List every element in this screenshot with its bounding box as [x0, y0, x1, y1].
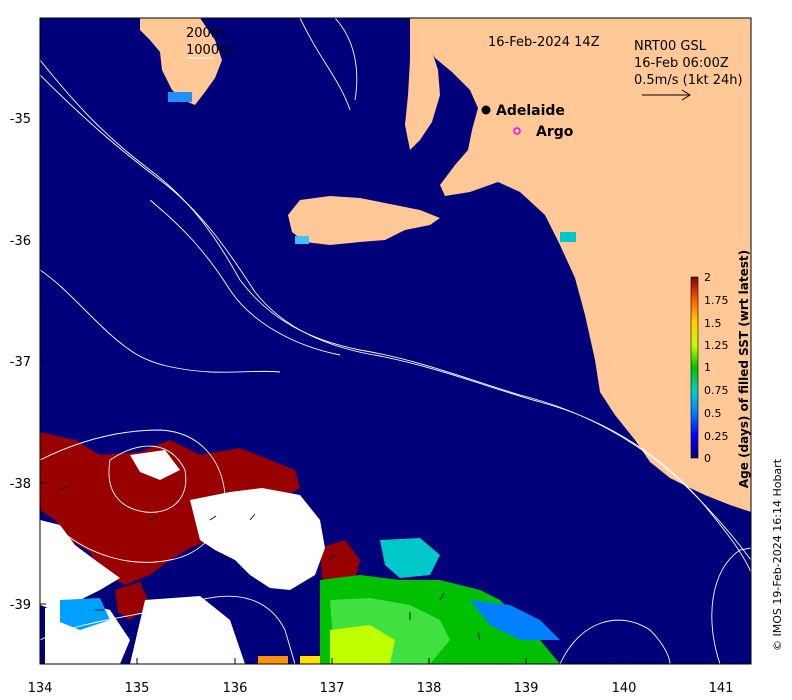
- colorbar-tick: 1.75: [704, 294, 729, 307]
- coastal-sst-patch: [168, 92, 192, 102]
- x-tick-label: 139: [514, 681, 539, 696]
- x-tick-label: 134: [28, 681, 53, 696]
- imos-credit: © IMOS 19-Feb-2024 16:14 Hobart: [771, 458, 784, 651]
- colorbar-tick: 1: [704, 361, 711, 374]
- x-tick-label: 137: [320, 681, 345, 696]
- sst-age-map-figure: 134 135 136 137 138 139 140 141 -35 -36 …: [10, 17, 784, 696]
- colorbar-tick: 0: [704, 452, 711, 465]
- colorbar-tick: 0.5: [704, 407, 722, 420]
- colorbar-label: Age (days) of filled SST (wrt latest): [737, 250, 751, 488]
- contour-label-200m: 200m: [186, 26, 223, 41]
- colorbar-gradient: [690, 276, 699, 459]
- colorbar-tick: 2: [704, 271, 711, 284]
- y-tick-label: -38: [10, 477, 31, 492]
- scale-label: 0.5m/s (1kt 24h): [634, 73, 743, 88]
- y-tick-label: -35: [10, 112, 31, 127]
- map-plot-area: [40, 18, 751, 664]
- x-tick-label: 140: [612, 681, 637, 696]
- x-tick-label: 138: [417, 681, 442, 696]
- x-tick-label: 141: [709, 681, 734, 696]
- contour-label-1000m: 1000m: [186, 43, 232, 58]
- x-tick-label: 135: [125, 681, 150, 696]
- y-tick-label: -39: [10, 598, 31, 613]
- colorbar-tick: 1.5: [704, 317, 722, 330]
- argo-label: Argo: [536, 124, 574, 140]
- colorbar-tick: 1.25: [704, 339, 729, 352]
- adelaide-marker-icon: [481, 105, 491, 115]
- x-tick-label: 136: [223, 681, 248, 696]
- coastal-sst-patch: [560, 232, 576, 242]
- title-date: 16-Feb-2024 14Z: [488, 35, 600, 50]
- y-tick-label: -36: [10, 234, 31, 249]
- city-label-adelaide: Adelaide: [496, 103, 565, 119]
- product-line2: 16-Feb 06:00Z: [634, 56, 729, 71]
- colorbar-tick: 0.25: [704, 430, 729, 443]
- colorbar-tick: 0.75: [704, 384, 729, 397]
- coastal-sst-patch: [295, 236, 309, 244]
- y-tick-label: -37: [10, 355, 31, 370]
- product-line1: NRT00 GSL: [634, 39, 707, 54]
